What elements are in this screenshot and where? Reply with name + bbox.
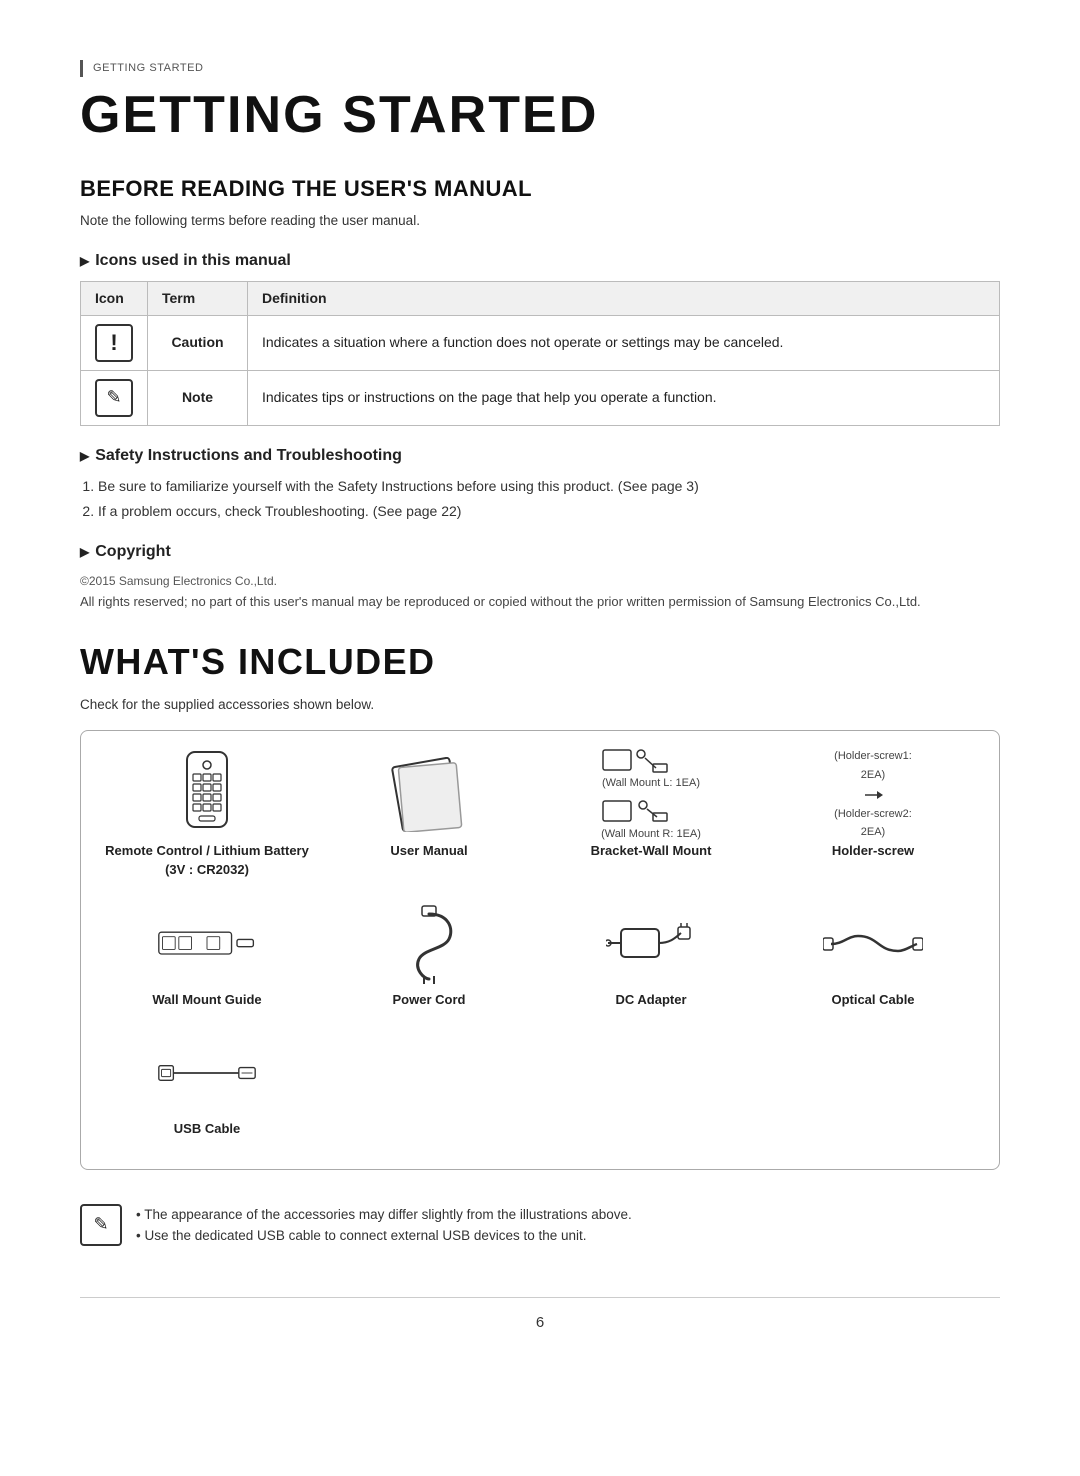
- caution-definition: Indicates a situation where a function d…: [248, 315, 1000, 370]
- safety-subsection-title: Safety Instructions and Troubleshooting: [80, 444, 1000, 468]
- note-definition: Indicates tips or instructions on the pa…: [248, 370, 1000, 425]
- list-item: If a problem occurs, check Troubleshooti…: [98, 501, 1000, 522]
- accessory-holder-screw: (Holder-screw1: 2EA) (Holder-screw2: 2EA…: [767, 755, 979, 880]
- bottom-note-box: ✎ • The appearance of the accessories ma…: [80, 1194, 1000, 1257]
- accessory-power-cord: Power Cord: [323, 904, 535, 1010]
- wall-mount-guide-label: Wall Mount Guide: [152, 990, 261, 1010]
- whats-included-title: WHAT'S INCLUDED: [80, 635, 1000, 689]
- note-term: Note: [148, 370, 248, 425]
- accessories-grid: Remote Control / Lithium Battery (3V : C…: [101, 755, 979, 1139]
- table-header-term: Term: [148, 281, 248, 315]
- note-icon: ✎: [95, 379, 133, 417]
- table-header-icon: Icon: [81, 281, 148, 315]
- page-number: 6: [80, 1297, 1000, 1335]
- accessory-optical-cable: Optical Cable: [767, 904, 979, 1010]
- wall-mount-guide-image: [157, 904, 257, 984]
- copyright-line: ©2015 Samsung Electronics Co.,Ltd.: [80, 572, 1000, 590]
- caution-term: Caution: [148, 315, 248, 370]
- usb-cable-image: [157, 1033, 257, 1113]
- usb-cable-label: USB Cable: [174, 1119, 240, 1139]
- accessory-remote-control: Remote Control / Lithium Battery (3V : C…: [101, 755, 313, 880]
- optical-cable-label: Optical Cable: [831, 990, 914, 1010]
- user-manual-label: User Manual: [390, 841, 467, 861]
- caution-icon: !: [95, 324, 133, 362]
- note-icon-bottom: ✎: [80, 1204, 122, 1246]
- dc-adapter-label: DC Adapter: [615, 990, 686, 1010]
- accessories-note: Check for the supplied accessories shown…: [80, 695, 1000, 715]
- copyright-subsection-title: Copyright: [80, 540, 1000, 564]
- note-line-1: • The appearance of the accessories may …: [136, 1204, 632, 1226]
- note-icon-cell: ✎: [81, 370, 148, 425]
- breadcrumb: Getting Started: [80, 60, 1000, 77]
- optical-cable-image: [823, 904, 923, 984]
- user-manual-image: [379, 755, 479, 835]
- table-row: ✎ Note Indicates tips or instructions on…: [81, 370, 1000, 425]
- accessory-user-manual: User Manual: [323, 755, 535, 880]
- remote-control-image: [157, 755, 257, 835]
- holder-screw-image: (Holder-screw1: 2EA) (Holder-screw2: 2EA…: [823, 755, 923, 835]
- page-main-title: GETTING STARTED: [80, 87, 1000, 144]
- icons-subsection-title: Icons used in this manual: [80, 249, 1000, 273]
- caution-icon-cell: !: [81, 315, 148, 370]
- holder-screw-label: Holder-screw: [832, 841, 914, 861]
- section1-title: BEFORE READING THE USER'S MANUAL: [80, 172, 1000, 205]
- note-text-bottom: • The appearance of the accessories may …: [136, 1204, 632, 1247]
- table-header-definition: Definition: [248, 281, 1000, 315]
- accessories-box: Remote Control / Lithium Battery (3V : C…: [80, 730, 1000, 1170]
- power-cord-image: [379, 904, 479, 984]
- list-item: Be sure to familiarize yourself with the…: [98, 476, 1000, 497]
- copyright-text: All rights reserved; no part of this use…: [80, 592, 1000, 612]
- dc-adapter-image: [601, 904, 701, 984]
- table-row: ! Caution Indicates a situation where a …: [81, 315, 1000, 370]
- accessory-wall-mount-guide: Wall Mount Guide: [101, 904, 313, 1010]
- accessory-usb-cable: USB Cable: [101, 1033, 313, 1139]
- remote-control-label: Remote Control / Lithium Battery (3V : C…: [101, 841, 313, 880]
- accessory-bracket: (Wall Mount L: 1EA) (Wall Mount R: 1EA) …: [545, 755, 757, 880]
- section1-note: Note the following terms before reading …: [80, 211, 1000, 231]
- bracket-label: Bracket-Wall Mount: [591, 841, 712, 861]
- icons-table: Icon Term Definition ! Caution Indicates…: [80, 281, 1000, 426]
- safety-list: Be sure to familiarize yourself with the…: [98, 476, 1000, 522]
- accessory-dc-adapter: DC Adapter: [545, 904, 757, 1010]
- bracket-image: (Wall Mount L: 1EA) (Wall Mount R: 1EA): [601, 755, 701, 835]
- note-line-2: • Use the dedicated USB cable to connect…: [136, 1225, 632, 1247]
- power-cord-label: Power Cord: [393, 990, 466, 1010]
